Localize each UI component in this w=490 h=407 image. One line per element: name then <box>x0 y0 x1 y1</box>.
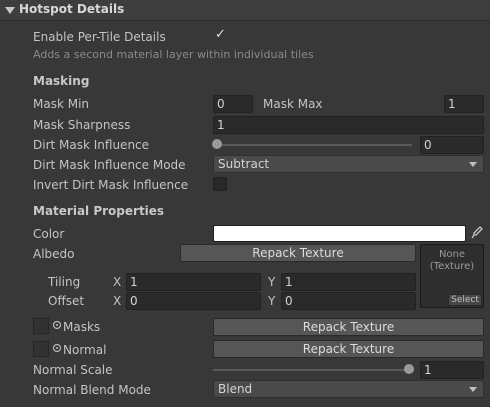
section-title: Hotspot Details <box>19 2 125 16</box>
tiling-y-field[interactable]: 1 <box>281 273 416 291</box>
dirt-influence-field[interactable]: 0 <box>420 136 484 154</box>
tiling-y-label: Y <box>268 275 276 289</box>
normal-label: Normal <box>63 343 107 357</box>
normal-blend-dropdown[interactable]: Blend <box>213 380 484 398</box>
dirt-mode-dropdown[interactable]: Subtract <box>213 155 484 173</box>
offset-label: Offset <box>48 294 85 308</box>
dirt-influence-slider-track[interactable] <box>217 144 412 146</box>
hotspot-details-foldout[interactable]: Hotspot Details <box>0 0 490 21</box>
dirt-mode-label: Dirt Mask Influence Mode <box>33 158 186 172</box>
per-tile-label: Enable Per-Tile Details <box>33 30 166 44</box>
object-picker-icon[interactable] <box>52 342 62 353</box>
texture-none-text: None (Texture) <box>429 249 475 272</box>
albedo-texture-slot[interactable]: None (Texture) Select <box>420 244 484 308</box>
offset-x-label: X <box>113 294 122 308</box>
object-picker-icon[interactable] <box>52 319 62 330</box>
texture-none-label: None (Texture) <box>421 249 483 273</box>
albedo-label: Albedo <box>33 247 75 261</box>
normal-scale-slider-track[interactable] <box>213 369 413 371</box>
masks-label: Masks <box>63 320 101 334</box>
albedo-repack-button[interactable]: Repack Texture <box>180 244 416 262</box>
mask-max-label: Mask Max <box>263 97 323 111</box>
normal-scale-label: Normal Scale <box>33 363 113 377</box>
tiling-x-label: X <box>113 275 122 289</box>
normal-scale-field[interactable]: 1 <box>420 361 484 379</box>
normal-blend-label: Normal Blend Mode <box>33 383 151 397</box>
color-label: Color <box>33 227 65 241</box>
tiling-label: Tiling <box>48 275 81 289</box>
checkmark-icon: ✓ <box>215 27 226 42</box>
per-tile-description: Adds a second material layer within indi… <box>33 48 314 61</box>
normal-texture-thumb[interactable] <box>33 341 49 357</box>
per-tile-checkbox[interactable]: ✓ <box>213 27 227 43</box>
mask-sharpness-label: Mask Sharpness <box>33 118 131 132</box>
texture-select-button[interactable]: Select <box>448 294 482 306</box>
normal-repack-button[interactable]: Repack Texture <box>213 340 484 358</box>
dirt-influence-label: Dirt Mask Influence <box>33 138 150 152</box>
color-swatch[interactable] <box>213 225 466 242</box>
tiling-x-field[interactable]: 1 <box>126 273 261 291</box>
mask-min-label: Mask Min <box>33 97 90 111</box>
masking-heading: Masking <box>33 74 90 88</box>
material-properties-heading: Material Properties <box>33 204 165 218</box>
masks-repack-button[interactable]: Repack Texture <box>213 318 484 336</box>
invert-dirt-checkbox[interactable] <box>213 177 227 191</box>
dirt-influence-slider-knob[interactable] <box>212 139 222 149</box>
chevron-down-icon <box>469 162 477 167</box>
offset-y-field[interactable]: 0 <box>281 292 416 310</box>
offset-y-label: Y <box>268 294 276 308</box>
mask-min-field[interactable]: 0 <box>213 95 253 113</box>
normal-blend-value: Blend <box>218 382 253 396</box>
chevron-down-icon <box>469 387 477 392</box>
normal-scale-slider-knob[interactable] <box>404 364 414 374</box>
foldout-arrow-icon <box>5 7 15 14</box>
dirt-mode-value: Subtract <box>218 157 270 171</box>
invert-dirt-label: Invert Dirt Mask Influence <box>33 178 189 192</box>
mask-sharpness-field[interactable]: 1 <box>213 116 484 134</box>
eyedropper-icon[interactable] <box>470 225 484 241</box>
offset-x-field[interactable]: 0 <box>126 292 261 310</box>
mask-max-field[interactable]: 1 <box>444 95 484 113</box>
masks-texture-thumb[interactable] <box>33 318 49 334</box>
